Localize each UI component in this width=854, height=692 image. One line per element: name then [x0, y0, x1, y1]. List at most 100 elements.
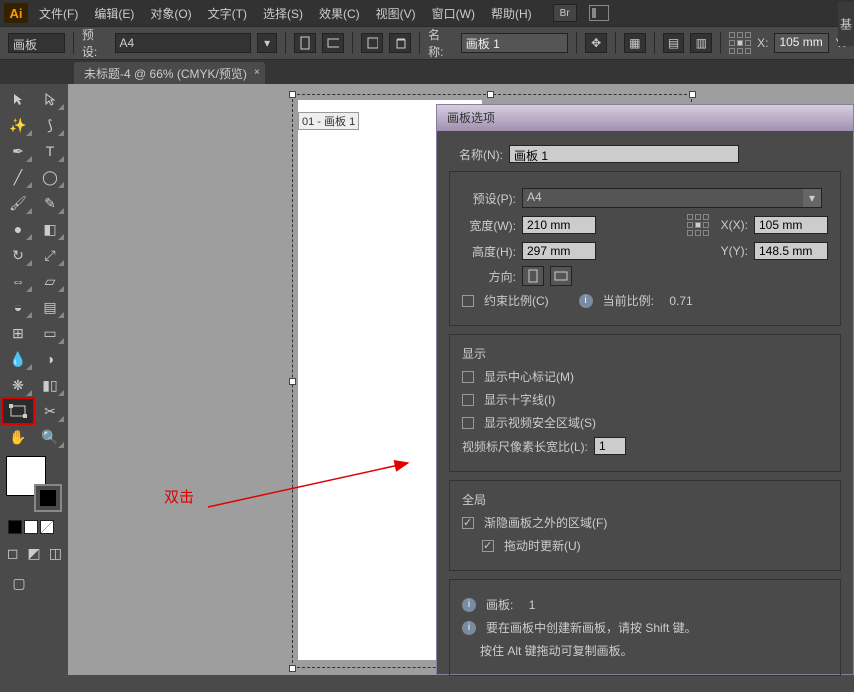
none-mode-icon[interactable]	[40, 520, 54, 534]
shape-builder-tool[interactable]: ◒	[3, 295, 33, 319]
hand-tool[interactable]: ✋	[3, 425, 33, 449]
orient-landscape-button[interactable]	[550, 266, 572, 286]
arrange-icon[interactable]: ▥	[690, 33, 712, 53]
graph-tool[interactable]: ▮▯	[35, 373, 65, 397]
symbol-sprayer-tool[interactable]: ❋	[3, 373, 33, 397]
scale-tool[interactable]: ⤢	[35, 243, 65, 267]
ellipse-tool[interactable]: ◯	[35, 165, 65, 189]
orient-portrait-button[interactable]	[522, 266, 544, 286]
show-cross-label: 显示十字线(I)	[484, 391, 555, 408]
gradient-tool[interactable]: ▭	[35, 321, 65, 345]
rotate-tool[interactable]: ↻	[3, 243, 33, 267]
constrain-checkbox[interactable]	[462, 295, 474, 307]
preset-select[interactable]: A4▾	[522, 188, 822, 208]
name-field[interactable]: 画板 1	[461, 33, 569, 53]
menu-file[interactable]: 文件(F)	[34, 3, 83, 24]
menu-type[interactable]: 文字(T)	[203, 3, 252, 24]
free-transform-tool[interactable]: ▱	[35, 269, 65, 293]
handle-ne[interactable]	[689, 91, 696, 98]
height-input[interactable]: 297 mm	[522, 242, 596, 260]
fade-label: 渐隐画板之外的区域(F)	[484, 514, 607, 531]
ratio-value: 0.71	[669, 294, 692, 308]
layout-icon[interactable]	[589, 5, 609, 21]
name-label: 名称(N):	[449, 146, 503, 163]
show-center-checkbox[interactable]	[462, 371, 474, 383]
orient-landscape-icon[interactable]	[322, 33, 344, 53]
draw-inside-icon[interactable]: ◫	[46, 541, 65, 565]
x-field[interactable]: 105 mm	[774, 33, 829, 53]
gradient-mode-icon[interactable]	[24, 520, 38, 534]
line-tool[interactable]: ╱	[3, 165, 33, 189]
menu-object[interactable]: 对象(O)	[145, 3, 196, 24]
handle-nw[interactable]	[289, 91, 296, 98]
height-label: 高度(H):	[462, 243, 516, 260]
menu-select[interactable]: 选择(S)	[258, 3, 308, 24]
menubar: Ai 文件(F) 编辑(E) 对象(O) 文字(T) 选择(S) 效果(C) 视…	[0, 0, 854, 26]
reference-point-icon[interactable]	[729, 32, 751, 54]
global-header: 全局	[462, 491, 828, 508]
draw-behind-icon[interactable]: ◩	[24, 541, 43, 565]
show-cross-checkbox[interactable]	[462, 394, 474, 406]
preset-select[interactable]: A4	[115, 33, 252, 53]
pixel-ar-input[interactable]: 1	[594, 437, 626, 455]
perspective-tool[interactable]: ▤	[35, 295, 65, 319]
orient-portrait-icon[interactable]	[294, 33, 316, 53]
align-icon[interactable]: ▤	[663, 33, 685, 53]
blend-tool[interactable]: ◑	[35, 347, 65, 371]
mode-box: 画板	[8, 33, 65, 53]
eyedropper-tool[interactable]: 💧	[3, 347, 33, 371]
y-input[interactable]: 148.5 mm	[754, 242, 828, 260]
name-label: 名称:	[428, 26, 455, 60]
draw-normal-icon[interactable]: ◻	[3, 541, 22, 565]
blob-brush-tool[interactable]: ●	[3, 217, 33, 241]
color-mode-icon[interactable]	[8, 520, 22, 534]
direct-selection-tool[interactable]	[35, 87, 65, 111]
menu-edit[interactable]: 编辑(E)	[89, 3, 139, 24]
pen-tool[interactable]: ✒	[3, 139, 33, 163]
preset-label: 预设(P):	[462, 190, 516, 207]
reference-point-icon[interactable]	[687, 214, 709, 236]
menu-effect[interactable]: 效果(C)	[314, 3, 365, 24]
menu-help[interactable]: 帮助(H)	[486, 3, 537, 24]
lasso-tool[interactable]: ⟆	[35, 113, 65, 137]
name-input[interactable]: 画板 1	[509, 145, 739, 163]
handle-sw[interactable]	[289, 665, 296, 672]
show-safe-checkbox[interactable]	[462, 417, 474, 429]
slice-tool[interactable]: ✂	[35, 399, 65, 423]
fade-checkbox[interactable]	[462, 517, 474, 529]
width-input[interactable]: 210 mm	[522, 216, 596, 234]
pencil-tool[interactable]: ✎	[35, 191, 65, 215]
handle-n[interactable]	[487, 91, 494, 98]
selection-tool[interactable]	[3, 87, 33, 111]
preset-dropdown-icon[interactable]: ▾	[257, 33, 277, 53]
fill-stroke-swatch[interactable]	[6, 456, 62, 512]
drag-update-checkbox[interactable]	[482, 540, 494, 552]
y-label: Y(Y):	[721, 244, 748, 258]
eraser-tool[interactable]: ◧	[35, 217, 65, 241]
artboard-options-icon[interactable]: ▦	[624, 33, 646, 53]
artboard-tool[interactable]	[3, 399, 33, 423]
move-art-icon[interactable]: ✥	[585, 33, 607, 53]
close-icon[interactable]: ×	[254, 67, 260, 78]
delete-artboard-icon[interactable]	[389, 33, 411, 53]
bridge-button[interactable]: Br	[553, 4, 577, 22]
menu-view[interactable]: 视图(V)	[371, 3, 421, 24]
display-header: 显示	[462, 345, 828, 362]
width-tool[interactable]: ⇔	[3, 269, 33, 293]
ratio-label: 当前比例:	[603, 292, 654, 309]
artboard-options-dialog: 画板选项 名称(N): 画板 1 预设(P): A4▾ 宽度(W): 210 m…	[436, 104, 854, 675]
handle-w[interactable]	[289, 378, 296, 385]
mesh-tool[interactable]: ⊞	[3, 321, 33, 345]
options-bar: 画板 预设: A4 ▾ 名称: 画板 1 ✥ ▦ ▤ ▥ X: 105 mm Y…	[0, 26, 854, 60]
type-tool[interactable]: T	[35, 139, 65, 163]
new-artboard-icon[interactable]	[361, 33, 383, 53]
zoom-tool[interactable]: 🔍	[35, 425, 65, 449]
doc-tab-title: 未标题-4 @ 66% (CMYK/预览)	[84, 67, 247, 81]
doc-tab[interactable]: 未标题-4 @ 66% (CMYK/预览) ×	[74, 62, 265, 84]
menu-window[interactable]: 窗口(W)	[427, 3, 480, 24]
right-tab[interactable]: 基	[838, 2, 854, 46]
screen-mode-icon[interactable]: ▢	[3, 571, 35, 595]
x-input[interactable]: 105 mm	[754, 216, 828, 234]
paintbrush-tool[interactable]: 🖌	[3, 191, 33, 215]
magic-wand-tool[interactable]: ✨	[3, 113, 33, 137]
